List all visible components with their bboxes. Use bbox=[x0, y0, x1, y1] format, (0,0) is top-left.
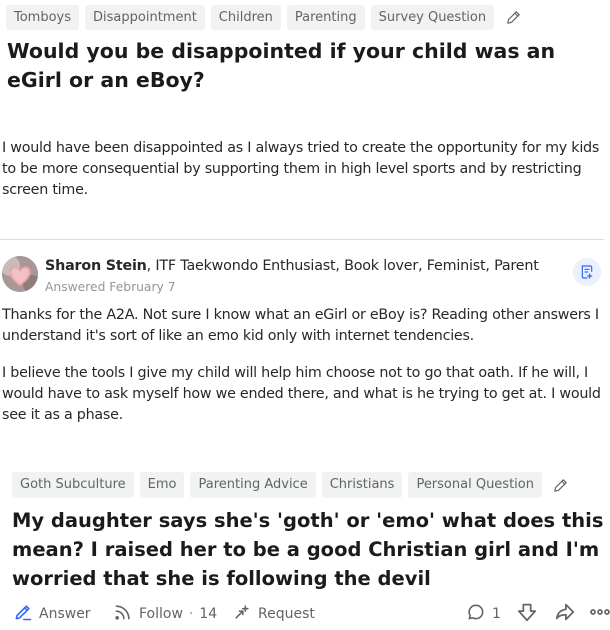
topic-tag[interactable]: Survey Question bbox=[370, 4, 495, 30]
author-line: Sharon Stein, ITF Taekwondo Enthusiast, … bbox=[45, 258, 539, 274]
topic-tag[interactable]: Children bbox=[210, 4, 281, 30]
question-title[interactable]: Would you be disappointed if your child … bbox=[7, 37, 602, 95]
request-answer-icon[interactable] bbox=[573, 258, 601, 286]
request-label: Request bbox=[258, 606, 315, 622]
divider bbox=[0, 239, 604, 240]
answered-date[interactable]: Answered February 7 bbox=[45, 280, 176, 294]
request-button[interactable]: Request bbox=[232, 602, 315, 626]
topic-tag[interactable]: Parenting bbox=[286, 4, 365, 30]
pencil-icon[interactable] bbox=[548, 472, 574, 498]
pencil-icon[interactable] bbox=[500, 4, 526, 30]
answer-button[interactable]: Answer bbox=[13, 602, 91, 626]
answer-paragraph: Thanks for the A2A. Not sure I know what… bbox=[2, 307, 599, 344]
follow-label: Follow bbox=[139, 606, 183, 622]
action-bar: Answer Follow · 14 Request 1 bbox=[0, 598, 610, 626]
topic-tag[interactable]: Personal Question bbox=[408, 472, 542, 498]
follow-button[interactable]: Follow · 14 bbox=[113, 602, 217, 626]
comment-count: 1 bbox=[492, 606, 501, 622]
topic-tag[interactable]: Goth Subculture bbox=[12, 472, 134, 498]
follow-icon bbox=[113, 602, 133, 626]
author-credentials: , ITF Taekwondo Enthusiast, Book lover, … bbox=[146, 258, 539, 274]
comment-icon bbox=[466, 602, 486, 626]
topic-tag[interactable]: Christians bbox=[321, 472, 403, 498]
topic-tag[interactable]: Tomboys bbox=[6, 4, 80, 30]
answer-pencil-icon bbox=[13, 602, 33, 626]
follow-count: 14 bbox=[199, 606, 218, 622]
request-icon bbox=[232, 602, 252, 626]
topic-tag[interactable]: Parenting Advice bbox=[190, 472, 316, 498]
topic-tag[interactable]: Disappointment bbox=[85, 4, 205, 30]
avatar[interactable] bbox=[2, 256, 38, 292]
comments-button[interactable]: 1 bbox=[466, 602, 501, 626]
more-icon[interactable] bbox=[590, 602, 610, 622]
answer-label: Answer bbox=[39, 606, 91, 622]
question-tags: Tomboys Disappointment Children Parentin… bbox=[6, 4, 526, 30]
author-name[interactable]: Sharon Stein bbox=[45, 258, 147, 274]
follow-separator: · bbox=[188, 606, 194, 622]
question-tags: Goth Subculture Emo Parenting Advice Chr… bbox=[12, 472, 574, 498]
topic-tag[interactable]: Emo bbox=[139, 472, 185, 498]
answer-text: I would have been disappointed as I alwa… bbox=[2, 140, 600, 198]
answer-paragraph: I believe the tools I give my child will… bbox=[2, 365, 601, 423]
share-icon[interactable] bbox=[554, 601, 576, 623]
downvote-icon[interactable] bbox=[516, 601, 538, 623]
question-title[interactable]: My daughter says she's 'goth' or 'emo' w… bbox=[12, 506, 610, 593]
